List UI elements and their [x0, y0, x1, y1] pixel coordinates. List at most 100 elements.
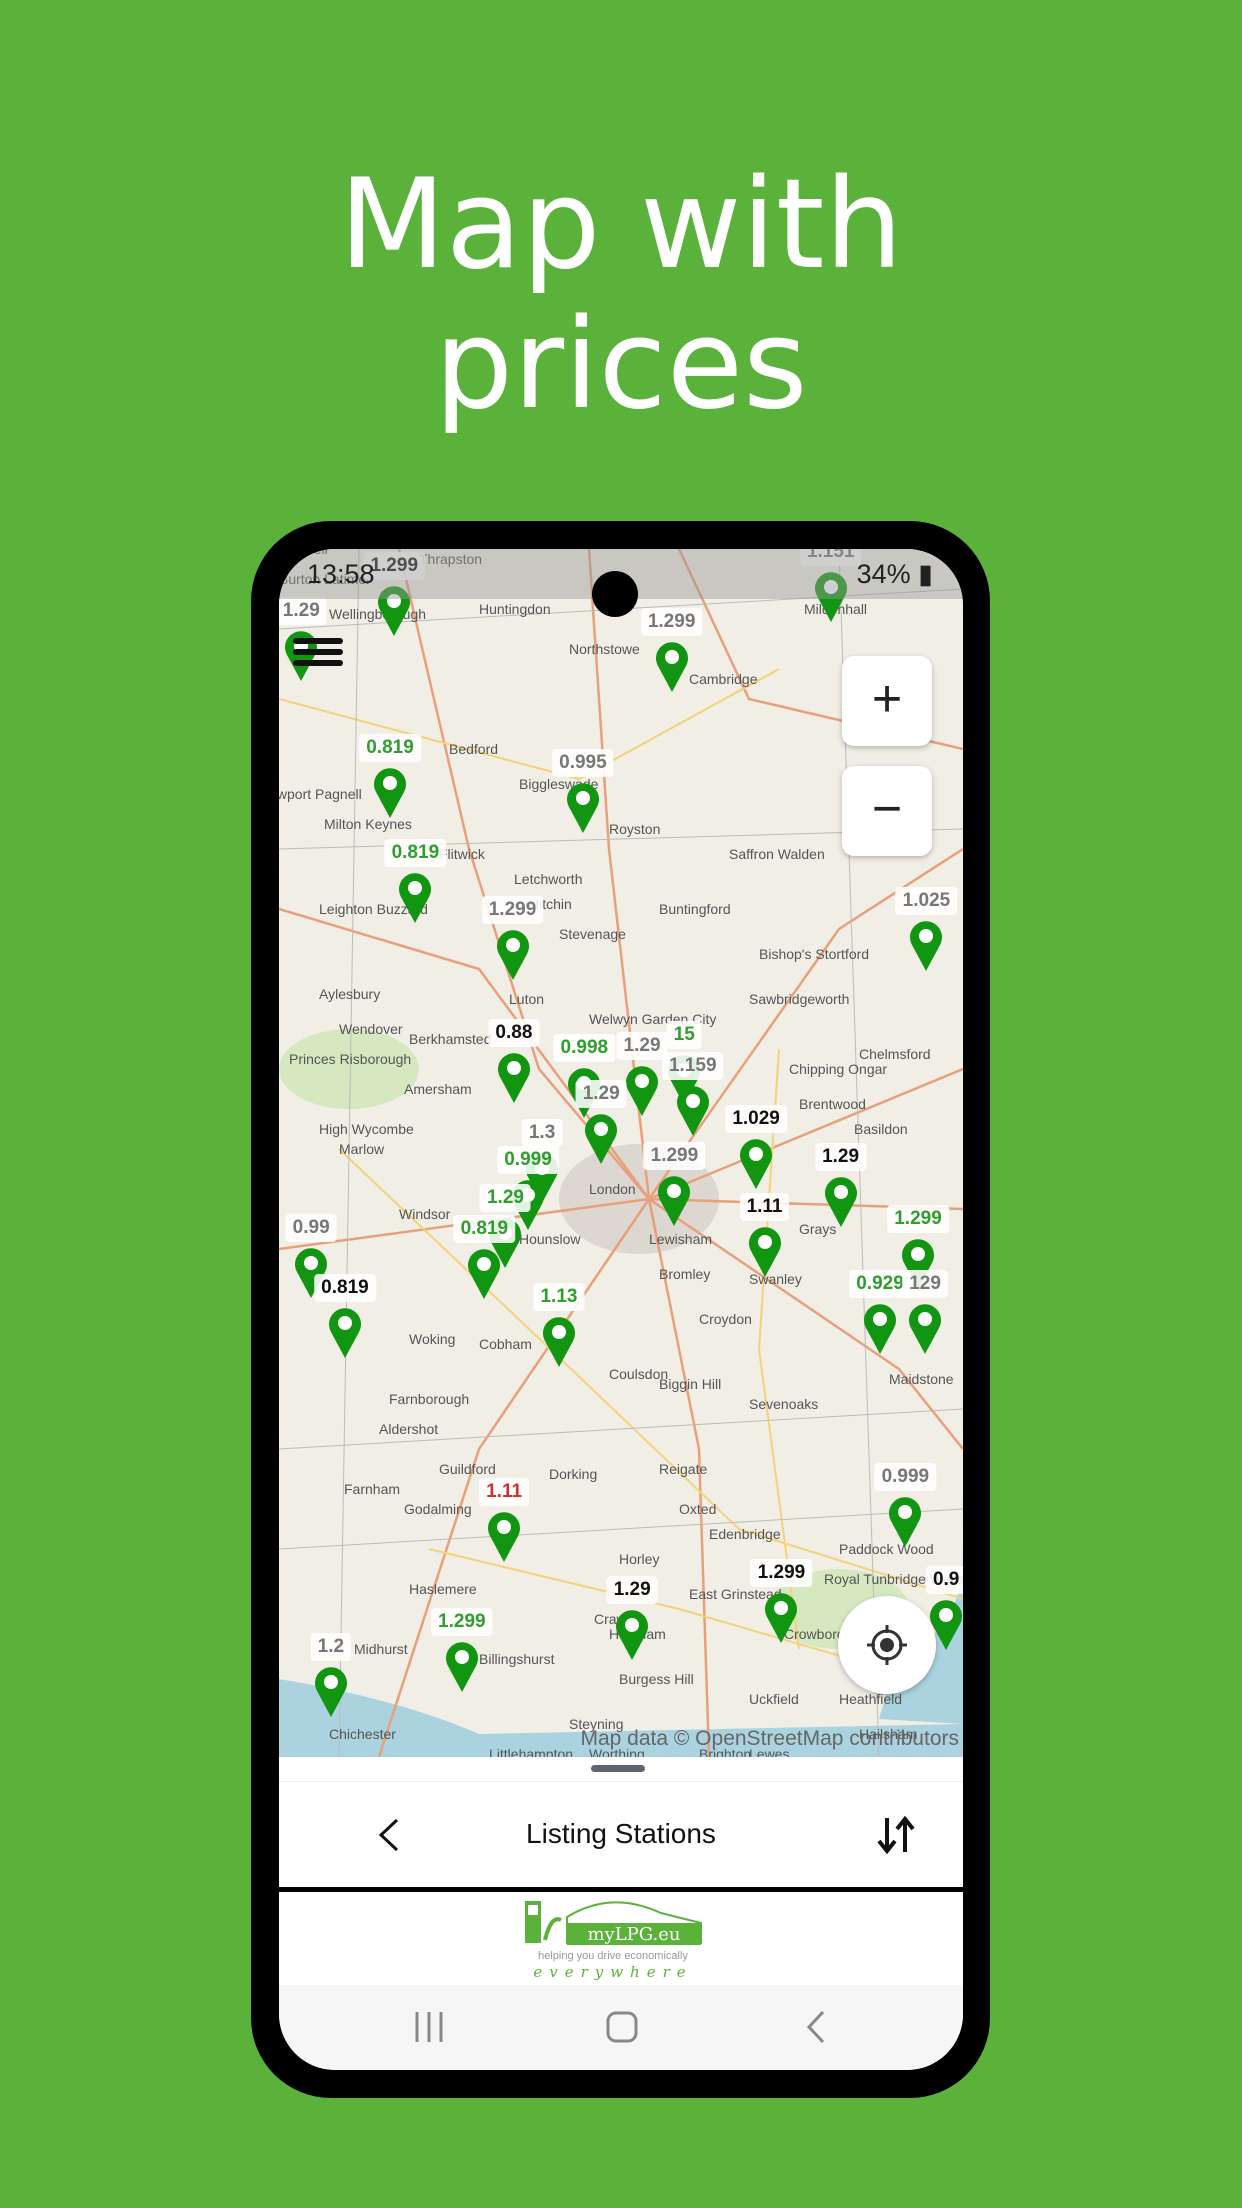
- town-label: Bedford: [449, 741, 499, 757]
- station-price-label[interactable]: 0.998: [553, 1033, 616, 1062]
- station-pin[interactable]: [625, 1064, 659, 1117]
- station-pin[interactable]: [657, 1174, 691, 1226]
- status-time: 13:58: [307, 559, 375, 589]
- station-pin[interactable]: [542, 1315, 576, 1367]
- station-pin[interactable]: [863, 1302, 897, 1355]
- station-price-label[interactable]: 1.29: [815, 1143, 867, 1172]
- station-pin[interactable]: [497, 1051, 531, 1104]
- station-price-label[interactable]: 0.995: [552, 749, 614, 778]
- town-label: Stevenage: [559, 926, 626, 942]
- station-pin[interactable]: [888, 1495, 922, 1547]
- town-label: Aldershot: [379, 1421, 439, 1437]
- town-label: Haslemere: [409, 1581, 477, 1597]
- town-label: Berkhamsted: [409, 1031, 492, 1047]
- town-label: Croydon: [699, 1311, 752, 1327]
- town-label: Cobham: [479, 1336, 532, 1352]
- station-price-label[interactable]: 1.11: [739, 1192, 790, 1221]
- station-price-label[interactable]: 1.299: [643, 1141, 706, 1170]
- station-price-label[interactable]: 1.299: [481, 895, 544, 924]
- station-pin[interactable]: [373, 766, 407, 818]
- town-label: Cambridge: [689, 671, 758, 687]
- phone-screen: Rothwell Thrapston Burton Latimer Wellingbo…: [279, 549, 963, 2070]
- back-icon[interactable]: [797, 2007, 837, 2047]
- town-label: Horley: [619, 1551, 660, 1567]
- station-price-label[interactable]: 1.11: [479, 1478, 530, 1507]
- station-price-label[interactable]: 0.88: [488, 1019, 540, 1048]
- divider: [279, 1887, 963, 1892]
- station-price-label[interactable]: 0.819: [453, 1215, 516, 1244]
- station-pin[interactable]: [909, 919, 943, 972]
- town-label: Chipping Ongar: [789, 1061, 888, 1077]
- station-price-label[interactable]: 1.299: [431, 1608, 493, 1637]
- station-pin[interactable]: [314, 1665, 348, 1718]
- station-price-label[interactable]: 1.299: [887, 1205, 949, 1234]
- station-price-label[interactable]: 1.29: [575, 1080, 627, 1109]
- station-price-label[interactable]: 0.819: [384, 839, 447, 868]
- town-label: Billingshurst: [479, 1651, 555, 1667]
- station-pin[interactable]: [584, 1112, 618, 1165]
- zoom-out-button[interactable]: −: [842, 766, 932, 856]
- station-price-label[interactable]: 0.999: [874, 1462, 937, 1491]
- menu-button[interactable]: [293, 633, 343, 673]
- station-pin[interactable]: [467, 1247, 501, 1300]
- map-attribution[interactable]: Map data © OpenStreetMap contributors: [580, 1727, 959, 1751]
- town-label: Maidstone: [889, 1371, 954, 1387]
- station-price-label[interactable]: 1.2: [310, 1633, 352, 1662]
- station-price-label[interactable]: 1.29: [606, 1575, 658, 1604]
- station-price-label[interactable]: 15: [666, 1020, 702, 1049]
- station-price-label[interactable]: 0.819: [314, 1274, 376, 1303]
- station-pin[interactable]: [764, 1591, 798, 1643]
- town-label: Lewisham: [649, 1231, 713, 1247]
- town-label: Reigate: [659, 1461, 708, 1477]
- town-label: Sawbridgeworth: [749, 991, 850, 1007]
- station-price-label[interactable]: 1.29: [616, 1032, 668, 1061]
- town-label: Letchworth: [514, 871, 583, 887]
- station-pin[interactable]: [615, 1608, 649, 1660]
- station-price-label[interactable]: 1.299: [640, 608, 703, 637]
- town-label: Biggin Hill: [659, 1376, 722, 1392]
- station-pin[interactable]: [908, 1302, 942, 1355]
- station-pin[interactable]: [487, 1510, 521, 1563]
- crosshair-icon: [867, 1625, 907, 1665]
- station-price-label[interactable]: 1.025: [895, 887, 958, 916]
- station-price-label[interactable]: 0.999: [497, 1146, 559, 1175]
- map[interactable]: Rothwell Thrapston Burton Latimer Wellingbo…: [279, 549, 963, 1757]
- station-price-label[interactable]: 0.99: [285, 1213, 337, 1242]
- station-pin[interactable]: [824, 1175, 858, 1228]
- sheet-drag-handle[interactable]: [591, 1765, 645, 1772]
- station-price-label[interactable]: 1.29: [279, 597, 327, 626]
- town-label: Milton Keynes: [324, 816, 412, 832]
- sort-icon[interactable]: [874, 1810, 918, 1860]
- town-label: Royston: [609, 821, 661, 837]
- station-pin[interactable]: [445, 1640, 479, 1693]
- station-price-label[interactable]: 1.029: [725, 1105, 787, 1134]
- headline-line1: Map with: [338, 153, 904, 297]
- home-icon[interactable]: [602, 2007, 642, 2047]
- zoom-in-button[interactable]: +: [842, 656, 932, 746]
- town-label: Hounslow: [519, 1231, 581, 1247]
- bottom-sheet-header: Listing Stations: [279, 1781, 963, 1887]
- station-price-label[interactable]: 0.9: [925, 1565, 963, 1594]
- headline: Map with prices: [0, 155, 1242, 435]
- station-pin[interactable]: [496, 928, 530, 980]
- town-label: Luton: [509, 991, 545, 1007]
- station-pin[interactable]: [676, 1084, 710, 1136]
- station-pin[interactable]: [655, 640, 689, 693]
- station-price-label[interactable]: 0.819: [359, 733, 421, 762]
- station-pin[interactable]: [398, 871, 432, 924]
- station-pin[interactable]: [748, 1225, 782, 1277]
- station-pin[interactable]: [739, 1137, 773, 1190]
- station-pin[interactable]: [566, 781, 600, 834]
- town-label: Buntingford: [659, 901, 731, 917]
- station-price-label[interactable]: 1.3: [521, 1119, 563, 1148]
- station-price-label[interactable]: 129: [902, 1270, 948, 1299]
- station-pin[interactable]: [328, 1306, 362, 1359]
- station-price-label[interactable]: 1.29: [479, 1184, 531, 1213]
- station-price-label[interactable]: 1.13: [533, 1282, 585, 1311]
- my-location-button[interactable]: [838, 1596, 936, 1694]
- town-label: Wendover: [339, 1021, 403, 1037]
- station-price-label[interactable]: 1.159: [661, 1051, 724, 1080]
- station-price-label[interactable]: 1.299: [750, 1558, 813, 1587]
- town-label: Farnham: [344, 1481, 401, 1497]
- recent-apps-icon[interactable]: [409, 2007, 449, 2047]
